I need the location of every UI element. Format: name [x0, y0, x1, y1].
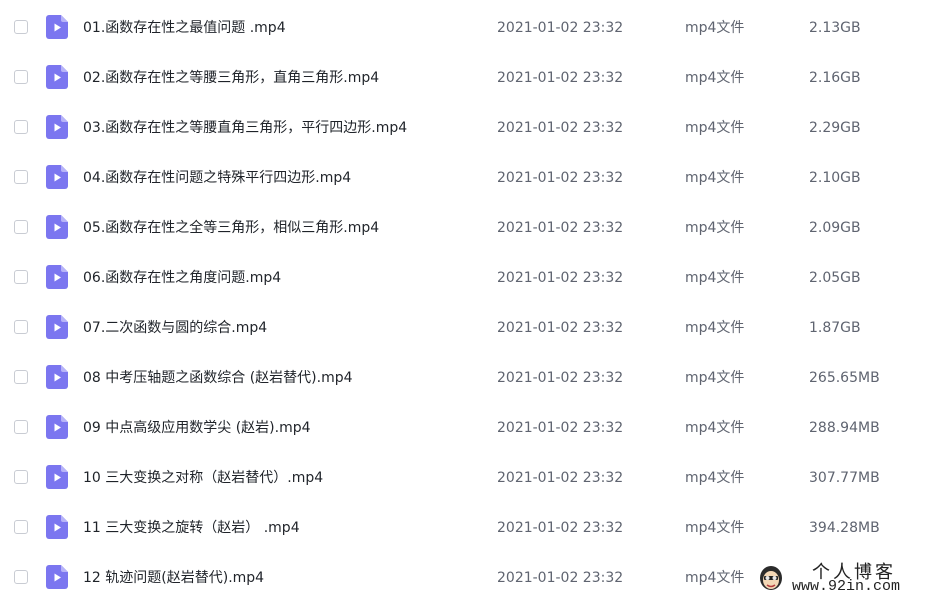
file-size: 2.10GB [809, 170, 861, 186]
file-row[interactable]: 01.函数存在性之最值问题 .mp4 2021-01-02 23:32 mp4文件 2… [0, 3, 945, 53]
video-file-icon [46, 115, 68, 139]
file-name[interactable]: 09 中点高级应用数学尖 (赵岩).mp4 [83, 418, 311, 438]
watermark: 个人博客 www.92in.com [752, 557, 942, 597]
file-row[interactable]: 07.二次函数与圆的综合.mp4 2021-01-02 23:32 mp4文件 1.8… [0, 303, 945, 353]
file-date: 2021-01-02 23:32 [497, 420, 624, 436]
file-size: 307.77MB [809, 470, 880, 486]
video-file-icon [46, 165, 68, 189]
row-checkbox[interactable] [14, 320, 28, 334]
video-file-icon [46, 515, 68, 539]
file-row[interactable]: 08 中考压轴题之函数综合 (赵岩替代).mp4 2021-01-02 23:32… [0, 353, 945, 403]
file-type: mp4文件 [685, 370, 745, 386]
row-checkbox[interactable] [14, 470, 28, 484]
row-checkbox[interactable] [14, 520, 28, 534]
video-file-icon [46, 215, 68, 239]
row-checkbox[interactable] [14, 170, 28, 184]
file-name[interactable]: 02.函数存在性之等腰三角形，直角三角形.mp4 [83, 68, 379, 88]
video-file-icon [46, 415, 68, 439]
file-name[interactable]: 01.函数存在性之最值问题 .mp4 [83, 18, 286, 38]
row-checkbox[interactable] [14, 270, 28, 284]
file-row[interactable]: 09 中点高级应用数学尖 (赵岩).mp4 2021-01-02 23:32 mp4… [0, 403, 945, 453]
file-name[interactable]: 07.二次函数与圆的综合.mp4 [83, 318, 267, 338]
file-date: 2021-01-02 23:32 [497, 320, 624, 336]
file-type: mp4文件 [685, 520, 745, 536]
file-row[interactable]: 02.函数存在性之等腰三角形，直角三角形.mp4 2021-01-02 23:32… [0, 53, 945, 103]
video-file-icon [46, 315, 68, 339]
file-type: mp4文件 [685, 420, 745, 436]
file-type: mp4文件 [685, 570, 745, 586]
file-row[interactable]: 03.函数存在性之等腰直角三角形，平行四边形.mp4 2021-01-02 23:… [0, 103, 945, 153]
video-file-icon [46, 15, 68, 39]
row-checkbox[interactable] [14, 370, 28, 384]
file-date: 2021-01-02 23:32 [497, 370, 624, 386]
file-date: 2021-01-02 23:32 [497, 170, 624, 186]
file-list: 01.函数存在性之最值问题 .mp4 2021-01-02 23:32 mp4文件 2… [0, 3, 945, 603]
file-size: 288.94MB [809, 420, 880, 436]
file-name[interactable]: 03.函数存在性之等腰直角三角形，平行四边形.mp4 [83, 118, 407, 138]
file-size: 394.28MB [809, 520, 880, 536]
file-size: 1.87GB [809, 320, 861, 336]
file-row[interactable]: 05.函数存在性之全等三角形，相似三角形.mp4 2021-01-02 23:32… [0, 203, 945, 253]
file-name[interactable]: 06.函数存在性之角度问题.mp4 [83, 268, 281, 288]
file-size: 2.05GB [809, 270, 861, 286]
file-type: mp4文件 [685, 70, 745, 86]
video-file-icon [46, 365, 68, 389]
file-name[interactable]: 05.函数存在性之全等三角形，相似三角形.mp4 [83, 218, 379, 238]
video-file-icon [46, 565, 68, 589]
file-date: 2021-01-02 23:32 [497, 270, 624, 286]
file-type: mp4文件 [685, 20, 745, 36]
file-type: mp4文件 [685, 470, 745, 486]
file-date: 2021-01-02 23:32 [497, 220, 624, 236]
avatar-icon [760, 566, 782, 590]
row-checkbox[interactable] [14, 70, 28, 84]
file-row[interactable]: 06.函数存在性之角度问题.mp4 2021-01-02 23:32 mp4文件 2.… [0, 253, 945, 303]
file-size: 2.16GB [809, 70, 861, 86]
file-type: mp4文件 [685, 220, 745, 236]
file-size: 265.65MB [809, 370, 880, 386]
file-size: 2.29GB [809, 120, 861, 136]
row-checkbox[interactable] [14, 20, 28, 34]
file-type: mp4文件 [685, 270, 745, 286]
watermark-url: www.92in.com [792, 578, 901, 595]
file-row[interactable]: 11 三大变换之旋转（赵岩） .mp4 2021-01-02 23:32 mp4文件… [0, 503, 945, 553]
file-date: 2021-01-02 23:32 [497, 470, 624, 486]
file-name[interactable]: 11 三大变换之旋转（赵岩） .mp4 [83, 518, 300, 538]
row-checkbox[interactable] [14, 570, 28, 584]
row-checkbox[interactable] [14, 420, 28, 434]
file-size: 2.13GB [809, 20, 861, 36]
row-checkbox[interactable] [14, 120, 28, 134]
file-date: 2021-01-02 23:32 [497, 20, 624, 36]
file-name[interactable]: 12 轨迹问题(赵岩替代).mp4 [83, 568, 264, 588]
file-type: mp4文件 [685, 170, 745, 186]
file-date: 2021-01-02 23:32 [497, 120, 624, 136]
row-checkbox[interactable] [14, 220, 28, 234]
file-type: mp4文件 [685, 120, 745, 136]
video-file-icon [46, 65, 68, 89]
file-row[interactable]: 10 三大变换之对称（赵岩替代）.mp4 2021-01-02 23:32 mp4文… [0, 453, 945, 503]
file-row[interactable]: 04.函数存在性问题之特殊平行四边形.mp4 2021-01-02 23:32 mp… [0, 153, 945, 203]
video-file-icon [46, 265, 68, 289]
file-type: mp4文件 [685, 320, 745, 336]
file-date: 2021-01-02 23:32 [497, 70, 624, 86]
file-date: 2021-01-02 23:32 [497, 520, 624, 536]
file-date: 2021-01-02 23:32 [497, 570, 624, 586]
video-file-icon [46, 465, 68, 489]
file-size: 2.09GB [809, 220, 861, 236]
file-name[interactable]: 08 中考压轴题之函数综合 (赵岩替代).mp4 [83, 368, 353, 388]
file-name[interactable]: 04.函数存在性问题之特殊平行四边形.mp4 [83, 168, 351, 188]
file-name[interactable]: 10 三大变换之对称（赵岩替代）.mp4 [83, 468, 323, 488]
